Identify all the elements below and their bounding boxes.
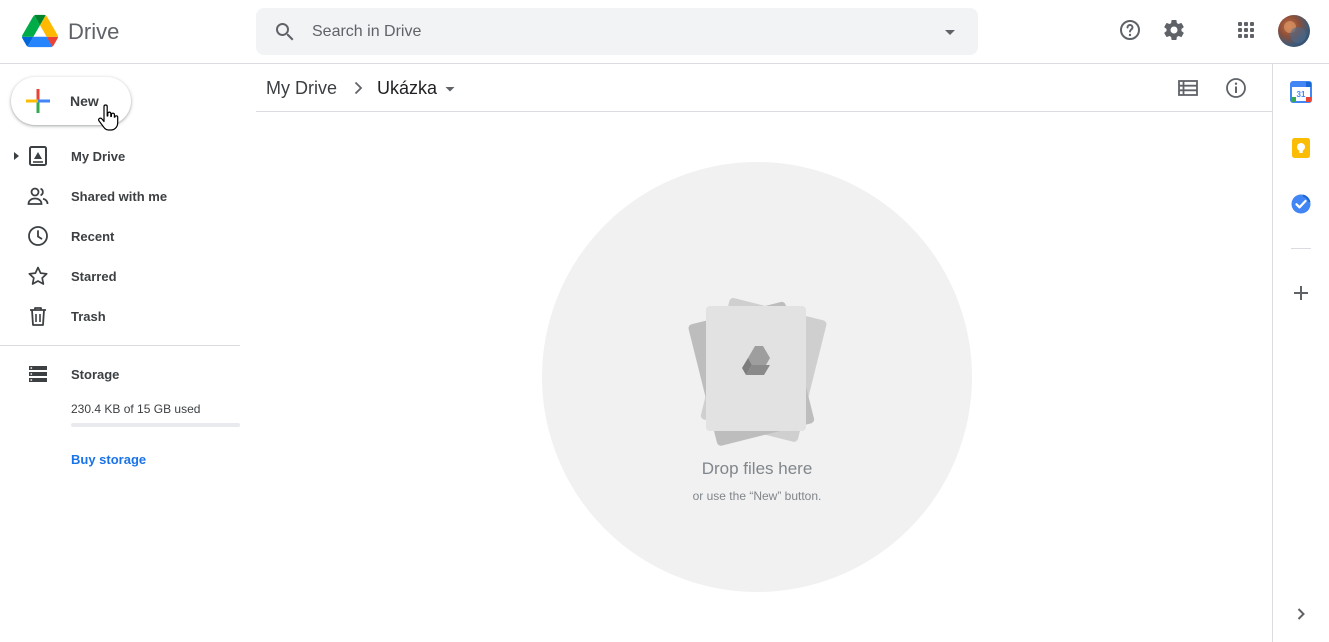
- search-options-dropdown-icon[interactable]: [938, 20, 962, 44]
- add-addon-plus-icon[interactable]: [1289, 281, 1313, 305]
- gear-icon: [1164, 19, 1184, 40]
- list-view-icon[interactable]: [1176, 76, 1200, 100]
- help-icon: [1120, 20, 1140, 40]
- new-button-label: New: [70, 93, 99, 109]
- sidebar-item-recent[interactable]: Recent: [0, 220, 240, 252]
- drop-files-illustration-icon: [688, 298, 827, 446]
- sidebar-item-shared-with-me[interactable]: Shared with me: [0, 180, 240, 212]
- storage-label: Storage: [71, 367, 120, 382]
- storage-icon: [29, 366, 47, 382]
- sidebar-item-label: Shared with me: [71, 189, 168, 204]
- storage-used-text: 230.4 KB of 15 GB used: [71, 402, 201, 416]
- help-button[interactable]: [1116, 16, 1144, 44]
- star-icon: [28, 266, 48, 285]
- side-panel: 31: [1272, 64, 1329, 642]
- sidebar-item-label: Trash: [71, 309, 106, 324]
- chevron-right-icon: [354, 81, 363, 95]
- sidebar-item-starred[interactable]: Starred: [0, 260, 240, 292]
- drop-files-subtitle: or use the “New” button.: [692, 489, 822, 503]
- main-content: My Drive Ukázka Drop files here or use t…: [256, 64, 1272, 642]
- drive-logo-icon[interactable]: [22, 14, 58, 48]
- search-input[interactable]: [312, 8, 912, 55]
- apps-grid-icon: [1238, 22, 1254, 38]
- search-bar[interactable]: [256, 8, 978, 55]
- side-panel-divider: [1291, 248, 1311, 249]
- sidebar-item-label: Starred: [71, 269, 117, 284]
- drop-files-title: Drop files here: [701, 459, 813, 478]
- keep-icon[interactable]: [1289, 136, 1313, 160]
- sidebar-item-label: My Drive: [71, 149, 126, 164]
- search-icon[interactable]: [273, 20, 297, 44]
- tasks-icon[interactable]: [1289, 192, 1313, 216]
- breadcrumb: My Drive Ukázka: [256, 64, 1272, 112]
- my-drive-icon: [29, 146, 47, 166]
- breadcrumb-my-drive[interactable]: My Drive: [266, 78, 337, 99]
- sidebar-item-trash[interactable]: Trash: [0, 300, 240, 332]
- apps-button[interactable]: [1232, 16, 1260, 44]
- colorful-plus-icon: [26, 89, 50, 113]
- folder-menu-dropdown-icon[interactable]: [442, 81, 458, 97]
- calendar-icon[interactable]: 31: [1289, 80, 1313, 104]
- app-header: Drive: [0, 0, 1329, 64]
- breadcrumb-current-folder[interactable]: Ukázka: [377, 78, 437, 99]
- buy-storage-link[interactable]: Buy storage: [71, 452, 146, 467]
- storage-progress-bar: [71, 423, 240, 427]
- sidebar-item-storage[interactable]: Storage: [0, 358, 240, 390]
- app-name[interactable]: Drive: [68, 19, 119, 45]
- expand-arrow-icon[interactable]: [11, 150, 21, 162]
- collapse-panel-chevron-icon[interactable]: [1289, 602, 1313, 626]
- hand-cursor-icon: [98, 104, 119, 131]
- info-icon[interactable]: [1224, 76, 1248, 100]
- sidebar-item-label: Recent: [71, 229, 115, 244]
- sidebar-divider: [0, 345, 240, 346]
- trash-icon: [30, 307, 46, 326]
- sidebar-item-my-drive[interactable]: My Drive: [0, 140, 240, 172]
- avatar-image-icon: [1284, 21, 1306, 43]
- shared-people-icon: [27, 187, 49, 205]
- settings-button[interactable]: [1160, 16, 1188, 44]
- svg-text:31: 31: [1297, 90, 1306, 99]
- clock-icon: [28, 226, 48, 246]
- account-avatar[interactable]: [1278, 15, 1310, 47]
- sidebar: New My Drive Shared with me Recent Starr…: [0, 64, 256, 642]
